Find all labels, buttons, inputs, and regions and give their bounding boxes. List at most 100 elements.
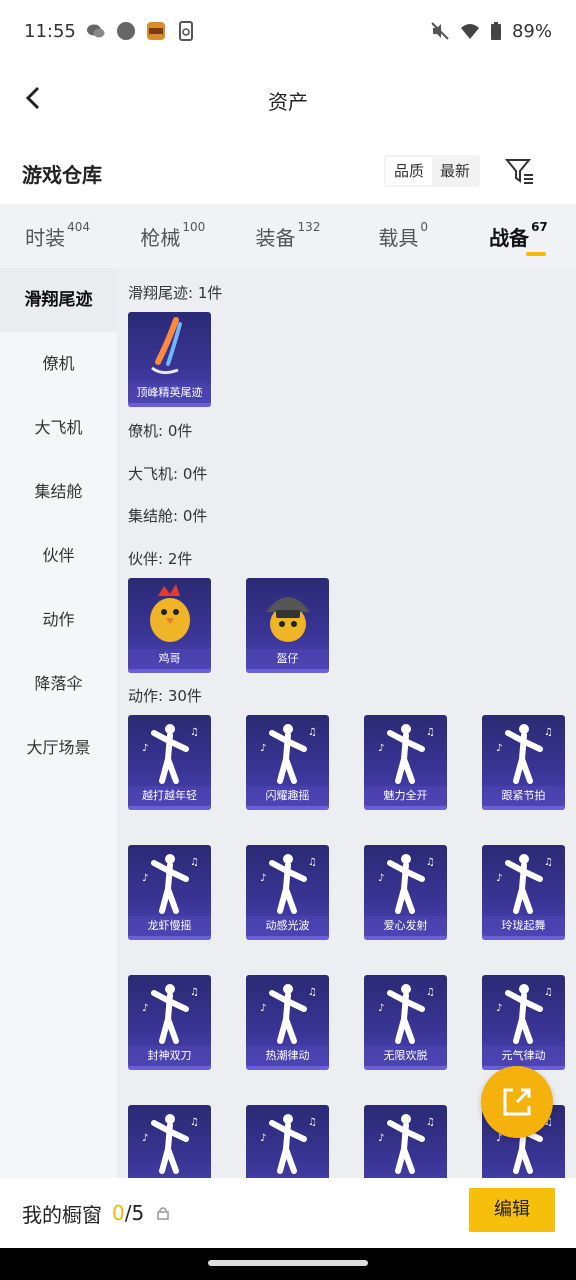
item-card[interactable]: 顶峰精英尾迹: [128, 312, 211, 407]
item-card[interactable]: ♪ ♫ 魅力全开: [364, 715, 447, 810]
home-indicator[interactable]: [208, 1260, 368, 1266]
item-label: 闪耀趣摇: [246, 786, 329, 806]
edit-button[interactable]: 编辑: [469, 1188, 555, 1232]
trail-icon: [151, 317, 182, 375]
dance-pose-icon: ♪♫: [260, 984, 317, 1044]
wifi-icon: [460, 24, 479, 39]
item-label: 玲珑起舞: [482, 916, 565, 936]
sort-toggle: 品质 最新: [384, 155, 481, 187]
status-time: 11:55: [24, 20, 76, 42]
item-label: 无限欢脱: [364, 1046, 447, 1066]
item-label: 顶峰精英尾迹: [128, 383, 211, 403]
dance-pose-icon: ♪♫: [260, 1114, 317, 1174]
item-card[interactable]: ♪ ♫ 元气律动: [482, 975, 565, 1070]
item-card[interactable]: ♪ ♫ 爱心发射: [364, 845, 447, 940]
item-card[interactable]: ♪ ♫ 无限欢脱: [364, 975, 447, 1070]
svg-text:♪: ♪: [378, 1133, 384, 1144]
item-card[interactable]: ♪ ♫: [364, 1105, 447, 1178]
item-card[interactable]: 盔仔: [246, 578, 329, 673]
tab-underline: [526, 252, 547, 256]
tab-label: 时装: [25, 226, 66, 250]
item-label: 热潮律动: [246, 1046, 329, 1066]
svg-text:♫: ♫: [190, 857, 199, 868]
chevron-left-icon[interactable]: [14, 78, 54, 118]
share-button[interactable]: [481, 1066, 553, 1138]
sidebar-item-partner[interactable]: 伙伴: [0, 524, 117, 588]
item-label: 鸡哥: [128, 649, 211, 669]
tab-label: 战备: [489, 226, 530, 250]
sidebar-item-emote[interactable]: 动作: [0, 588, 117, 652]
section-title-wingman: 僚机: 0件: [128, 422, 193, 440]
tab-count: 67: [531, 220, 548, 234]
section-title-plane: 大飞机: 0件: [128, 465, 208, 483]
svg-text:♪: ♪: [142, 873, 148, 884]
section-title-partner: 伙伴: 2件: [128, 550, 193, 568]
svg-text:♫: ♫: [426, 857, 435, 868]
app-bar: 资产: [0, 62, 576, 138]
svg-text:♪: ♪: [260, 743, 266, 754]
tab-guns[interactable]: 枪械 100: [115, 204, 230, 268]
sidebar-item-plane[interactable]: 大飞机: [0, 396, 117, 460]
sort-latest-button[interactable]: 最新: [432, 157, 478, 185]
app-circle-icon: [116, 22, 135, 40]
tab-equipment[interactable]: 装备 132: [230, 204, 345, 268]
svg-text:♪: ♪: [496, 743, 502, 754]
dance-pose-icon: ♪♫: [260, 854, 317, 914]
filter-icon[interactable]: [504, 155, 536, 187]
item-card[interactable]: ♪ ♫ 热潮律动: [246, 975, 329, 1070]
tab-label: 载具: [378, 226, 419, 250]
section-title-pod: 集结舱: 0件: [128, 507, 208, 525]
item-label: 跟紧节拍: [482, 786, 565, 806]
item-list[interactable]: 滑翔尾迹: 1件 顶峰精英尾迹 僚机: 0件 大飞机: 0件 集结舱: 0件 伙…: [117, 268, 576, 1178]
tab-label: 枪械: [140, 226, 181, 250]
sidebar-item-pod[interactable]: 集结舱: [0, 460, 117, 524]
item-card[interactable]: ♪ ♫ 动感光波: [246, 845, 329, 940]
svg-text:♫: ♫: [308, 987, 317, 998]
svg-text:♫: ♫: [308, 857, 317, 868]
dance-pose-icon: ♪♫: [142, 724, 199, 784]
item-card[interactable]: ♪ ♫: [128, 1105, 211, 1178]
showcase-label: 我的橱窗: [22, 1202, 102, 1227]
showcase-total: /5: [124, 1201, 145, 1225]
warehouse-title: 游戏仓库: [22, 162, 102, 187]
svg-text:♪: ♪: [260, 1003, 266, 1014]
sort-quality-button[interactable]: 品质: [386, 157, 433, 185]
sidebar-item-wingman[interactable]: 僚机: [0, 332, 117, 396]
chicken-partner-icon: [150, 584, 190, 642]
tab-count: 404: [67, 220, 91, 234]
section-title-trail: 滑翔尾迹: 1件: [128, 284, 223, 302]
status-bar: 11:55 89%: [0, 0, 576, 62]
item-label: 爱心发射: [364, 916, 447, 936]
item-card[interactable]: ♪ ♫ 跟紧节拍: [482, 715, 565, 810]
tab-vehicles[interactable]: 载具 0: [346, 204, 461, 268]
sidebar-item-parachute[interactable]: 降落伞: [0, 652, 117, 716]
sidebar-item-lobby[interactable]: 大厅场景: [0, 716, 117, 780]
showcase-count: 0/5: [112, 1201, 144, 1225]
tab-label: 装备: [255, 226, 296, 250]
svg-text:♫: ♫: [544, 987, 553, 998]
item-card[interactable]: ♪ ♫: [246, 1105, 329, 1178]
svg-text:♫: ♫: [190, 727, 199, 738]
item-card[interactable]: ♪ ♫ 越打越年轻: [128, 715, 211, 810]
svg-text:♪: ♪: [378, 743, 384, 754]
svg-text:♪: ♪: [378, 873, 384, 884]
battery-level: 89%: [511, 20, 552, 42]
item-card[interactable]: ♪ ♫ 龙虾慢摇: [128, 845, 211, 940]
sidebar-item-trail[interactable]: 滑翔尾迹: [0, 268, 117, 332]
svg-text:♪: ♪: [260, 1133, 266, 1144]
item-card[interactable]: ♪ ♫ 玲珑起舞: [482, 845, 565, 940]
tab-count: 0: [420, 220, 429, 234]
svg-text:♪: ♪: [496, 1003, 502, 1014]
mute-icon: [431, 22, 449, 40]
tab-combat-prep[interactable]: 战备 67: [461, 204, 576, 268]
svg-text:♫: ♫: [544, 857, 553, 868]
item-card[interactable]: 鸡哥: [128, 578, 211, 673]
screen-record-icon: [178, 21, 193, 41]
item-card[interactable]: ♪ ♫ 闪耀趣摇: [246, 715, 329, 810]
battery-icon: [490, 22, 501, 40]
item-card[interactable]: ♪ ♫ 封神双刀: [128, 975, 211, 1070]
warehouse-header: 游戏仓库 品质 最新: [0, 145, 576, 201]
tab-fashion[interactable]: 时装 404: [0, 204, 115, 268]
item-label: 元气律动: [482, 1046, 565, 1066]
svg-text:♪: ♪: [142, 1003, 148, 1014]
